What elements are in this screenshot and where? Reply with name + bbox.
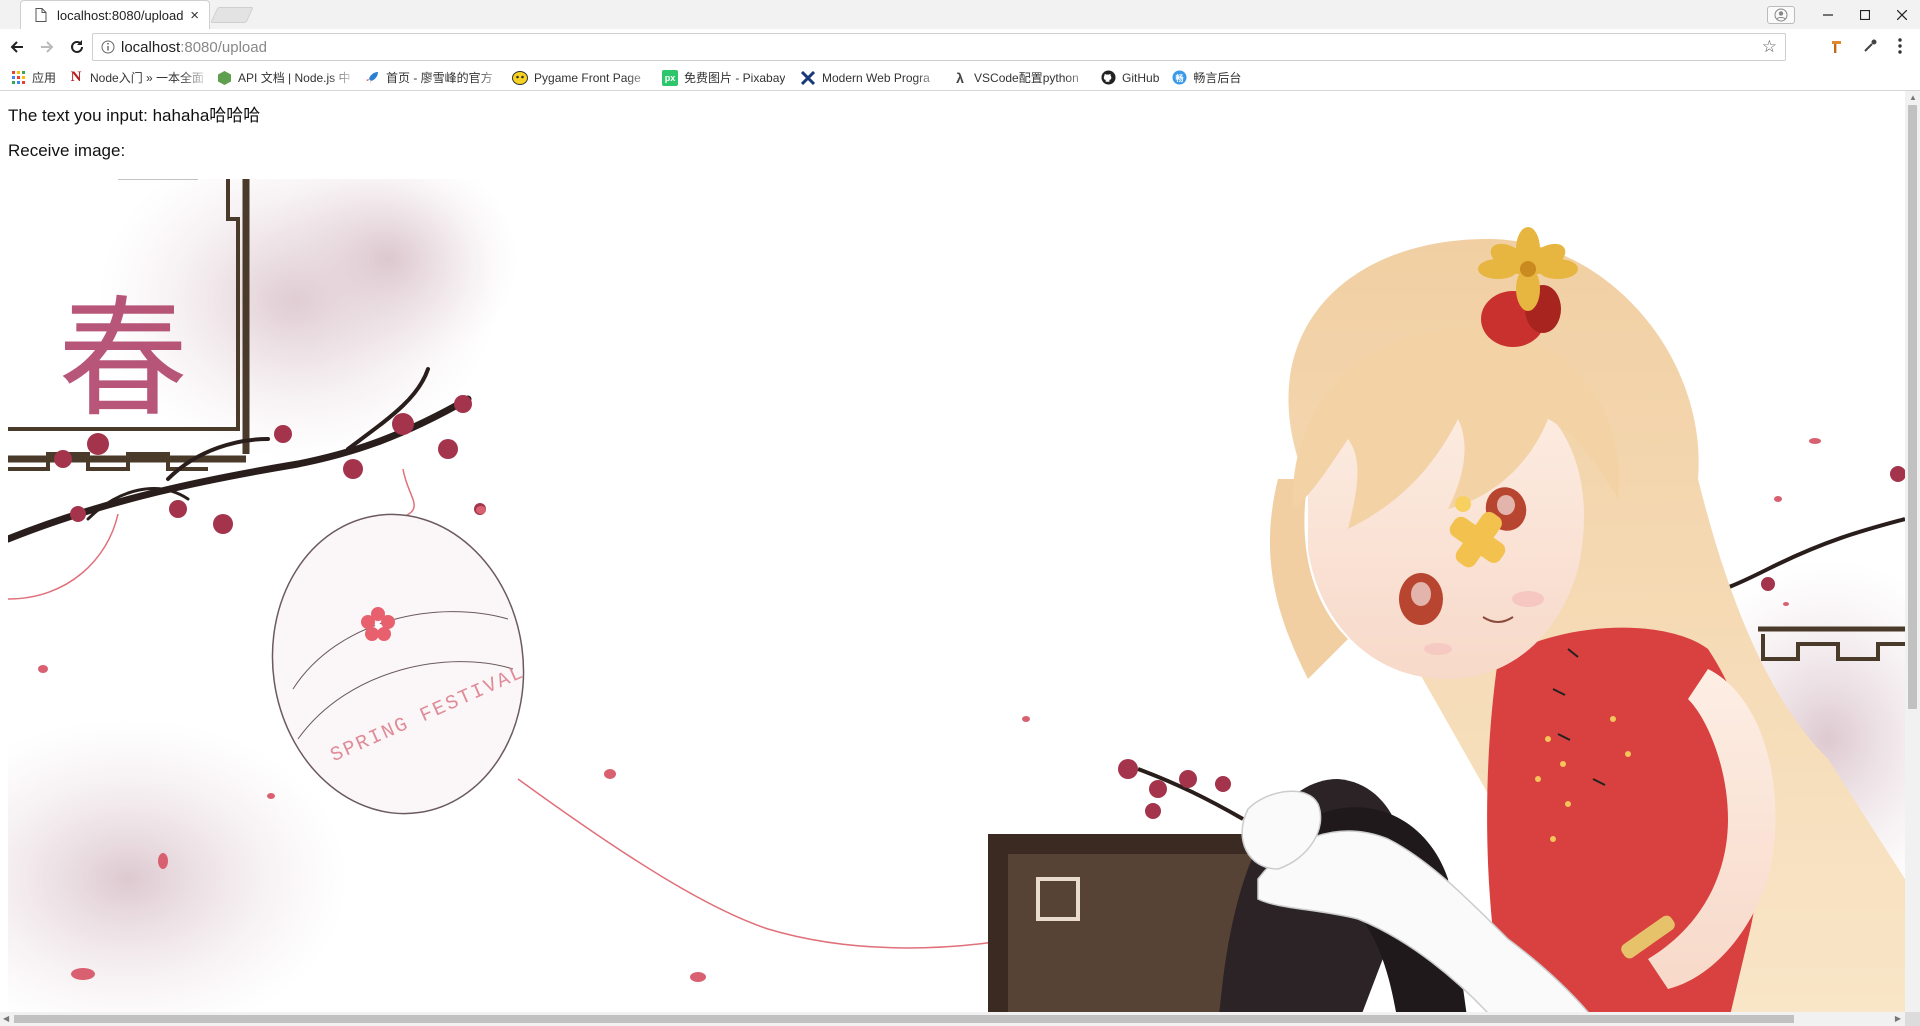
nodejs-hex-icon: [216, 70, 232, 86]
changyan-icon: 畅: [1171, 70, 1187, 86]
x-logo-icon: [800, 70, 816, 86]
bookmark-label: GitHub: [1122, 70, 1160, 85]
vertical-scroll-thumb[interactable]: [1908, 105, 1917, 709]
bookmark-label: Modern Web Progra: [822, 70, 930, 85]
bookmark-github[interactable]: GitHub: [1094, 67, 1165, 89]
tab-strip: localhost:8080/upload ×: [0, 0, 1920, 29]
bookmark-star-icon[interactable]: ☆: [1762, 37, 1777, 57]
browser-tab[interactable]: localhost:8080/upload ×: [20, 0, 210, 29]
scrollbar-corner: [1905, 1012, 1920, 1026]
browser-toolbar: localhost:8080/upload ☆: [0, 29, 1920, 65]
node-n-icon: N: [70, 69, 82, 85]
page-viewport: The text you input: hahaha哈哈哈 Receive im…: [0, 91, 1905, 1012]
vertical-scrollbar[interactable]: ▲: [1905, 91, 1920, 1012]
bookmarks-bar: 应用 N Node入门 » 一本全面 API 文档 | Node.js 中 首页…: [0, 65, 1920, 91]
menu-kebab-icon[interactable]: [1888, 34, 1912, 58]
forward-arrow-icon[interactable]: [34, 34, 60, 60]
lambda-icon: λ: [956, 69, 964, 86]
received-image: 春 SPRING FESTIVAL: [8, 179, 1905, 1012]
tab-close-icon[interactable]: ×: [190, 8, 199, 23]
bookmark-label: 应用: [32, 71, 57, 85]
bookmark-pixabay[interactable]: px 免费图片 - Pixabay: [656, 67, 794, 89]
bookmark-liaoxuefeng[interactable]: 首页 - 廖雪峰的官方: [358, 67, 506, 89]
scroll-right-arrow-icon[interactable]: ▶: [1895, 1014, 1901, 1023]
new-tab-button[interactable]: [210, 7, 254, 23]
rocket-icon: [364, 70, 380, 86]
bookmark-apps[interactable]: 应用: [0, 67, 62, 89]
bookmark-vscode-python[interactable]: λ VSCode配置python: [946, 67, 1094, 89]
close-window-icon[interactable]: [1883, 0, 1920, 29]
back-arrow-icon[interactable]: [4, 34, 30, 60]
scroll-left-arrow-icon[interactable]: ◀: [3, 1014, 9, 1023]
profile-icon[interactable]: [1767, 5, 1795, 24]
bookmark-label: Pygame Front Page: [534, 70, 641, 85]
info-icon[interactable]: [101, 40, 115, 54]
address-bar[interactable]: localhost:8080/upload ☆: [92, 33, 1786, 61]
pixabay-icon: px: [662, 69, 679, 86]
bookmark-label: Node入门 » 一本全面: [90, 71, 205, 85]
minimize-icon[interactable]: [1809, 0, 1846, 29]
svg-text:畅: 畅: [1175, 73, 1183, 83]
scroll-up-arrow-icon[interactable]: ▲: [1909, 93, 1917, 102]
url-host: localhost: [121, 38, 181, 56]
reload-icon[interactable]: [64, 34, 90, 60]
horizontal-scroll-thumb[interactable]: [14, 1015, 1794, 1023]
page-doc-icon: [35, 8, 47, 22]
bookmark-label: 首页 - 廖雪峰的官方: [386, 71, 493, 85]
tab-title: localhost:8080/upload: [57, 7, 184, 23]
calligraphy-text: 春: [58, 283, 188, 435]
pygame-icon: [512, 70, 529, 86]
apps-grid-icon: [10, 70, 26, 86]
bookmark-label: 免费图片 - Pixabay: [684, 71, 786, 85]
input-text-line: The text you input: hahaha哈哈哈: [8, 106, 261, 125]
bookmark-node-intro[interactable]: N Node入门 » 一本全面: [62, 67, 210, 89]
url-path: :8080/upload: [180, 38, 267, 56]
bookmark-modern-web[interactable]: Modern Web Progra: [794, 67, 946, 89]
bookmark-node-api[interactable]: API 文档 | Node.js 中: [210, 67, 358, 89]
extension-eyedropper-icon[interactable]: [1858, 34, 1882, 58]
receive-image-label: Receive image:: [8, 141, 126, 160]
extension-hammer-icon[interactable]: [1826, 34, 1850, 58]
bookmark-label: VSCode配置python: [974, 71, 1079, 85]
bookmark-label: 畅言后台: [1193, 71, 1242, 85]
bookmark-label: API 文档 | Node.js 中: [238, 71, 351, 85]
github-icon: [1100, 70, 1116, 86]
bookmark-changyan[interactable]: 畅 畅言后台: [1165, 67, 1247, 89]
window-controls: [1767, 0, 1920, 29]
maximize-icon[interactable]: [1846, 0, 1883, 29]
bookmark-pygame[interactable]: Pygame Front Page: [506, 67, 656, 89]
horizontal-scrollbar[interactable]: ◀ ▶: [0, 1012, 1905, 1026]
